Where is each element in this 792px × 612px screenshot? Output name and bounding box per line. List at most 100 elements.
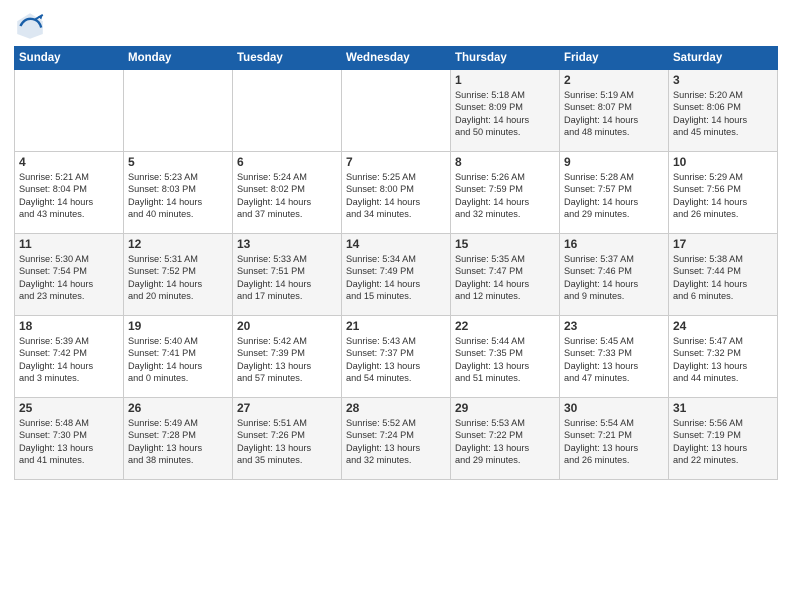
day-cell-19: 19Sunrise: 5:40 AM Sunset: 7:41 PM Dayli… xyxy=(124,316,233,398)
day-info: Sunrise: 5:45 AM Sunset: 7:33 PM Dayligh… xyxy=(564,335,664,385)
week-row-2: 4 Sunrise: 5:21 AM Sunset: 8:04 PM Daylig… xyxy=(15,152,778,234)
day-number: 29 xyxy=(455,401,555,415)
day-cell-12: 12 Sunrise: 5:31 AM Sunset: 7:52 PM Dayli… xyxy=(124,234,233,316)
header-day-thursday: Thursday xyxy=(451,47,560,70)
day-cell-4: 4 Sunrise: 5:21 AM Sunset: 8:04 PM Daylig… xyxy=(15,152,124,234)
logo xyxy=(14,10,52,42)
week-row-4: 18 Sunrise: 5:39 AM Sunset: 7:42 PM Dayli… xyxy=(15,316,778,398)
day-info: Sunrise: 5:38 AM Sunset: 7:44 PM Dayligh… xyxy=(673,253,773,303)
day-cell-empty-1 xyxy=(124,70,233,152)
day-number: 22 xyxy=(455,319,555,333)
day-cell-30: 30 Sunrise: 5:54 AM Sunset: 7:21 PM Dayli… xyxy=(560,398,669,480)
day-info: Sunrise: 5:29 AM Sunset: 7:56 PM Dayligh… xyxy=(673,171,773,221)
day-info: Sunrise: 5:52 AM Sunset: 7:24 PM Dayligh… xyxy=(346,417,446,467)
day-number: 18 xyxy=(19,319,119,333)
header-day-sunday: Sunday xyxy=(15,47,124,70)
header-row-days: SundayMondayTuesdayWednesdayThursdayFrid… xyxy=(15,47,778,70)
day-cell-11: 11Sunrise: 5:30 AM Sunset: 7:54 PM Dayli… xyxy=(15,234,124,316)
day-info: Sunrise: 5:49 AM Sunset: 7:28 PM Dayligh… xyxy=(128,417,228,467)
day-info: Sunrise: 5:56 AM Sunset: 7:19 PM Dayligh… xyxy=(673,417,773,467)
day-cell-1: 1Sunrise: 5:18 AM Sunset: 8:09 PM Daylig… xyxy=(451,70,560,152)
day-cell-empty-2 xyxy=(233,70,342,152)
week-row-3: 11Sunrise: 5:30 AM Sunset: 7:54 PM Dayli… xyxy=(15,234,778,316)
day-number: 23 xyxy=(564,319,664,333)
day-number: 9 xyxy=(564,155,664,169)
day-cell-7: 7 Sunrise: 5:25 AM Sunset: 8:00 PM Daylig… xyxy=(342,152,451,234)
day-info: Sunrise: 5:54 AM Sunset: 7:21 PM Dayligh… xyxy=(564,417,664,467)
day-cell-27: 27 Sunrise: 5:51 AM Sunset: 7:26 PM Dayli… xyxy=(233,398,342,480)
day-cell-25: 25 Sunrise: 5:48 AM Sunset: 7:30 PM Dayli… xyxy=(15,398,124,480)
day-number: 19 xyxy=(128,319,228,333)
day-info: Sunrise: 5:44 AM Sunset: 7:35 PM Dayligh… xyxy=(455,335,555,385)
day-number: 10 xyxy=(673,155,773,169)
day-number: 17 xyxy=(673,237,773,251)
header-day-tuesday: Tuesday xyxy=(233,47,342,70)
header-row xyxy=(14,10,778,42)
day-info: Sunrise: 5:53 AM Sunset: 7:22 PM Dayligh… xyxy=(455,417,555,467)
day-number: 5 xyxy=(128,155,228,169)
day-cell-9: 9 Sunrise: 5:28 AM Sunset: 7:57 PM Daylig… xyxy=(560,152,669,234)
day-cell-6: 6 Sunrise: 5:24 AM Sunset: 8:02 PM Daylig… xyxy=(233,152,342,234)
day-cell-22: 22 Sunrise: 5:44 AM Sunset: 7:35 PM Dayli… xyxy=(451,316,560,398)
day-number: 12 xyxy=(128,237,228,251)
day-info: Sunrise: 5:21 AM Sunset: 8:04 PM Dayligh… xyxy=(19,171,119,221)
day-info: Sunrise: 5:47 AM Sunset: 7:32 PM Dayligh… xyxy=(673,335,773,385)
day-info: Sunrise: 5:34 AM Sunset: 7:49 PM Dayligh… xyxy=(346,253,446,303)
day-info: Sunrise: 5:42 AM Sunset: 7:39 PM Dayligh… xyxy=(237,335,337,385)
day-cell-26: 26 Sunrise: 5:49 AM Sunset: 7:28 PM Dayli… xyxy=(124,398,233,480)
day-number: 20 xyxy=(237,319,337,333)
day-number: 15 xyxy=(455,237,555,251)
day-number: 11 xyxy=(19,237,119,251)
day-info: Sunrise: 5:28 AM Sunset: 7:57 PM Dayligh… xyxy=(564,171,664,221)
day-cell-3: 3Sunrise: 5:20 AM Sunset: 8:06 PM Daylig… xyxy=(669,70,778,152)
page-container: SundayMondayTuesdayWednesdayThursdayFrid… xyxy=(0,0,792,488)
day-cell-24: 24 Sunrise: 5:47 AM Sunset: 7:32 PM Dayli… xyxy=(669,316,778,398)
day-cell-20: 20 Sunrise: 5:42 AM Sunset: 7:39 PM Dayli… xyxy=(233,316,342,398)
day-cell-5: 5 Sunrise: 5:23 AM Sunset: 8:03 PM Daylig… xyxy=(124,152,233,234)
day-cell-29: 29 Sunrise: 5:53 AM Sunset: 7:22 PM Dayli… xyxy=(451,398,560,480)
header-day-monday: Monday xyxy=(124,47,233,70)
day-info: Sunrise: 5:19 AM Sunset: 8:07 PM Dayligh… xyxy=(564,89,664,139)
header-day-wednesday: Wednesday xyxy=(342,47,451,70)
day-info: Sunrise: 5:23 AM Sunset: 8:03 PM Dayligh… xyxy=(128,171,228,221)
day-number: 4 xyxy=(19,155,119,169)
day-info: Sunrise: 5:48 AM Sunset: 7:30 PM Dayligh… xyxy=(19,417,119,467)
day-info: Sunrise: 5:39 AM Sunset: 7:42 PM Dayligh… xyxy=(19,335,119,385)
day-cell-21: 21 Sunrise: 5:43 AM Sunset: 7:37 PM Dayli… xyxy=(342,316,451,398)
logo-icon xyxy=(14,10,46,42)
day-number: 13 xyxy=(237,237,337,251)
day-number: 25 xyxy=(19,401,119,415)
day-info: Sunrise: 5:51 AM Sunset: 7:26 PM Dayligh… xyxy=(237,417,337,467)
day-cell-14: 14 Sunrise: 5:34 AM Sunset: 7:49 PM Dayli… xyxy=(342,234,451,316)
day-cell-13: 13 Sunrise: 5:33 AM Sunset: 7:51 PM Dayli… xyxy=(233,234,342,316)
week-row-1: 1Sunrise: 5:18 AM Sunset: 8:09 PM Daylig… xyxy=(15,70,778,152)
calendar-table: SundayMondayTuesdayWednesdayThursdayFrid… xyxy=(14,46,778,480)
day-number: 31 xyxy=(673,401,773,415)
day-cell-23: 23 Sunrise: 5:45 AM Sunset: 7:33 PM Dayli… xyxy=(560,316,669,398)
day-info: Sunrise: 5:26 AM Sunset: 7:59 PM Dayligh… xyxy=(455,171,555,221)
day-number: 21 xyxy=(346,319,446,333)
day-number: 26 xyxy=(128,401,228,415)
day-cell-10: 10 Sunrise: 5:29 AM Sunset: 7:56 PM Dayli… xyxy=(669,152,778,234)
day-number: 30 xyxy=(564,401,664,415)
calendar-header: SundayMondayTuesdayWednesdayThursdayFrid… xyxy=(15,47,778,70)
day-info: Sunrise: 5:33 AM Sunset: 7:51 PM Dayligh… xyxy=(237,253,337,303)
day-info: Sunrise: 5:24 AM Sunset: 8:02 PM Dayligh… xyxy=(237,171,337,221)
day-cell-16: 16Sunrise: 5:37 AM Sunset: 7:46 PM Dayli… xyxy=(560,234,669,316)
day-info: Sunrise: 5:43 AM Sunset: 7:37 PM Dayligh… xyxy=(346,335,446,385)
day-number: 6 xyxy=(237,155,337,169)
day-cell-8: 8Sunrise: 5:26 AM Sunset: 7:59 PM Daylig… xyxy=(451,152,560,234)
day-number: 24 xyxy=(673,319,773,333)
day-cell-31: 31 Sunrise: 5:56 AM Sunset: 7:19 PM Dayli… xyxy=(669,398,778,480)
day-info: Sunrise: 5:25 AM Sunset: 8:00 PM Dayligh… xyxy=(346,171,446,221)
day-cell-empty-3 xyxy=(342,70,451,152)
day-number: 7 xyxy=(346,155,446,169)
day-number: 14 xyxy=(346,237,446,251)
day-info: Sunrise: 5:20 AM Sunset: 8:06 PM Dayligh… xyxy=(673,89,773,139)
day-number: 2 xyxy=(564,73,664,87)
header-day-friday: Friday xyxy=(560,47,669,70)
day-info: Sunrise: 5:37 AM Sunset: 7:46 PM Dayligh… xyxy=(564,253,664,303)
day-number: 27 xyxy=(237,401,337,415)
day-info: Sunrise: 5:31 AM Sunset: 7:52 PM Dayligh… xyxy=(128,253,228,303)
day-cell-empty-0 xyxy=(15,70,124,152)
